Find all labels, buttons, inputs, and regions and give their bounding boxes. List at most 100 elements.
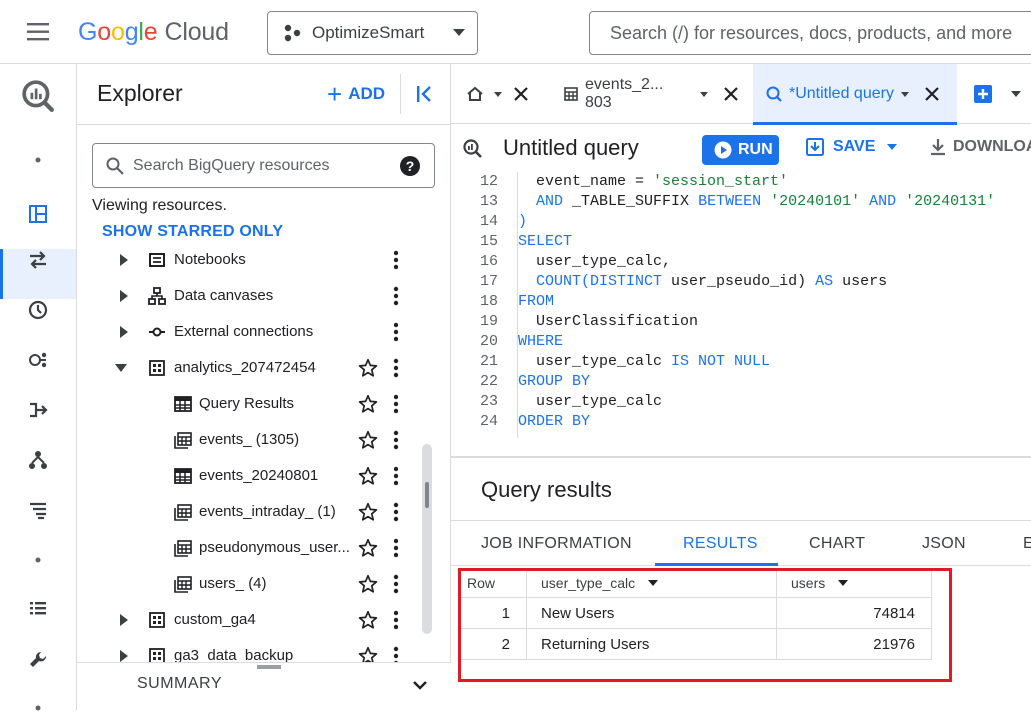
studio-icon[interactable] xyxy=(0,189,76,239)
expand-arrow-icon[interactable] xyxy=(119,326,129,338)
caret-down-icon[interactable] xyxy=(697,89,711,99)
more-options-icon[interactable] xyxy=(393,466,399,486)
history-icon[interactable] xyxy=(0,290,76,330)
tree-item[interactable]: Query Results xyxy=(77,386,437,422)
more-options-icon[interactable] xyxy=(393,610,399,630)
tree-item-label: custom_ga4 xyxy=(174,611,256,628)
expand-arrow-icon[interactable] xyxy=(119,254,129,266)
summary-bar[interactable]: SUMMARY xyxy=(77,662,451,710)
divider xyxy=(400,74,401,114)
download-button[interactable]: DOWNLOAD xyxy=(929,137,1031,157)
caret-down-icon[interactable] xyxy=(491,89,505,99)
expand-arrow-icon[interactable] xyxy=(115,363,127,373)
tree-item[interactable]: ga3_data_backup xyxy=(77,638,437,664)
more-options-icon[interactable] xyxy=(393,430,399,450)
chevron-down-icon[interactable] xyxy=(412,677,428,693)
logo-cloud: Cloud xyxy=(164,18,229,46)
pipelines-icon[interactable] xyxy=(0,390,76,430)
expand-arrow-icon[interactable] xyxy=(119,650,129,662)
google-cloud-logo[interactable]: Google Cloud xyxy=(78,18,229,47)
tab-execution-overflow[interactable]: E xyxy=(1023,535,1031,553)
star-icon[interactable] xyxy=(358,466,378,486)
star-icon[interactable] xyxy=(358,430,378,450)
tab-job-information[interactable]: JOB INFORMATION xyxy=(481,535,632,553)
list-icon[interactable] xyxy=(0,490,76,530)
tab-chart[interactable]: CHART xyxy=(809,535,865,553)
more-options-icon[interactable] xyxy=(393,358,399,378)
tree-item[interactable]: Data canvases xyxy=(77,278,437,314)
tree-item[interactable]: External connections xyxy=(77,314,437,350)
star-icon[interactable] xyxy=(358,358,378,378)
tab-json[interactable]: JSON xyxy=(922,535,966,553)
tree-item[interactable]: Notebooks xyxy=(77,248,437,278)
query-icon xyxy=(766,86,782,102)
close-icon[interactable] xyxy=(723,86,739,102)
more-options-icon[interactable] xyxy=(393,250,399,270)
data-lineage-icon[interactable] xyxy=(0,440,76,480)
expand-arrow-icon[interactable] xyxy=(119,290,129,302)
divider xyxy=(77,124,451,125)
more-options-icon[interactable] xyxy=(393,574,399,594)
tab-home[interactable] xyxy=(465,64,529,124)
plus-icon: + xyxy=(327,79,343,109)
transfers-icon[interactable] xyxy=(0,240,76,280)
home-icon xyxy=(467,86,483,101)
tab-results[interactable]: RESULTS xyxy=(683,535,758,553)
star-icon[interactable] xyxy=(358,610,378,630)
tabs-overflow-button[interactable] xyxy=(1009,64,1023,124)
expand-arrow-icon[interactable] xyxy=(119,614,129,626)
global-search-input[interactable]: Search (/) for resources, docs, products… xyxy=(589,11,1031,55)
explorer-title: Explorer xyxy=(97,80,183,106)
line-number: 12 xyxy=(479,173,498,190)
close-icon[interactable] xyxy=(924,86,940,102)
rail-dot-icon xyxy=(0,140,76,180)
help-icon[interactable]: ? xyxy=(400,155,420,176)
line-number: 20 xyxy=(479,333,498,350)
line-number: 18 xyxy=(479,293,498,310)
tree-item[interactable]: analytics_207472454 xyxy=(77,350,437,386)
more-options-icon[interactable] xyxy=(393,502,399,522)
line-number: 24 xyxy=(479,413,498,430)
star-icon[interactable] xyxy=(358,502,378,522)
scrollbar-track[interactable] xyxy=(422,444,432,634)
tree-item[interactable]: custom_ga4 xyxy=(77,602,437,638)
wrench-icon[interactable] xyxy=(0,640,76,680)
download-label: DOWNLOAD xyxy=(953,138,1031,155)
save-button[interactable]: SAVE xyxy=(805,137,899,157)
project-selector[interactable]: OptimizeSmart xyxy=(267,11,478,55)
tree-item[interactable]: events_ (1305) xyxy=(77,422,437,458)
run-button[interactable]: RUN xyxy=(702,135,779,165)
star-icon[interactable] xyxy=(358,394,378,414)
show-starred-only-link[interactable]: SHOW STARRED ONLY xyxy=(102,223,283,241)
star-icon[interactable] xyxy=(358,574,378,594)
more-options-icon[interactable] xyxy=(393,538,399,558)
run-label: RUN xyxy=(738,141,773,158)
more-options-icon[interactable] xyxy=(393,394,399,414)
add-button[interactable]: + ADD xyxy=(327,79,385,109)
sql-editor[interactable]: 12 event_name = 'session_start' 13 AND _T… xyxy=(451,172,1031,438)
resize-handle[interactable] xyxy=(257,665,281,669)
caret-down-icon[interactable] xyxy=(885,142,899,152)
analytics-hub-icon[interactable] xyxy=(0,340,76,380)
tree-item[interactable]: events_20240801 xyxy=(77,458,437,494)
menu-list-icon[interactable] xyxy=(0,588,76,628)
tab-untitled-query[interactable]: *Untitled query xyxy=(753,64,957,125)
new-tab-button[interactable] xyxy=(973,64,993,124)
more-options-icon[interactable] xyxy=(393,322,399,342)
scrollbar-thumb[interactable] xyxy=(425,482,429,508)
close-icon[interactable] xyxy=(513,86,529,102)
query-results-title: Query results xyxy=(481,477,612,502)
star-icon[interactable] xyxy=(358,538,378,558)
tab-events-table[interactable]: events_2... 803 xyxy=(563,64,739,124)
tree-item[interactable]: pseudonymous_user... xyxy=(77,530,437,566)
results-divider[interactable] xyxy=(451,456,1031,458)
caret-down-icon[interactable] xyxy=(898,89,912,99)
collapse-panel-icon[interactable] xyxy=(415,84,435,104)
explorer-search-input[interactable]: Search BigQuery resources ? xyxy=(92,143,435,188)
menu-icon[interactable] xyxy=(26,22,52,42)
more-options-icon[interactable] xyxy=(393,286,399,306)
tree-item[interactable]: events_intraday_ (1) xyxy=(77,494,437,530)
bigquery-logo-icon[interactable] xyxy=(0,74,76,118)
tree-item[interactable]: users_ (4) xyxy=(77,566,437,602)
tree-item-label: Query Results xyxy=(199,395,295,412)
